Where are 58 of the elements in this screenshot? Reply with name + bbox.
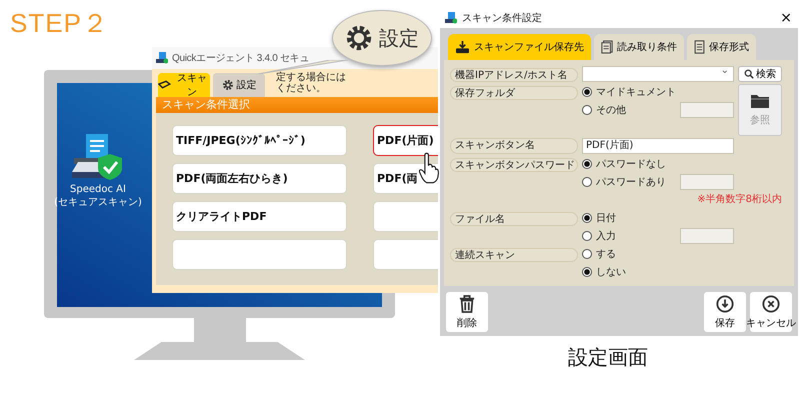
download-tray-icon (455, 40, 470, 54)
radio-button[interactable]: 入力 (582, 228, 676, 244)
input-field[interactable] (680, 102, 734, 118)
cancel-circle-icon (762, 294, 780, 312)
download-circle-icon (716, 294, 734, 312)
tab[interactable]: スキャン (158, 73, 210, 97)
field-label: 保存フォルダ (450, 86, 578, 100)
window-title: スキャン条件設定 (462, 12, 543, 25)
hint-text: 定する場合には (276, 72, 346, 83)
section-header: スキャン条件選択 (156, 97, 438, 113)
delete-button[interactable]: 削除 (446, 292, 488, 332)
close-button[interactable]: × (774, 10, 798, 26)
scan-option-button[interactable]: TIFF/JPEG(ｼﾝｸﾞﾙﾍﾟｰｼﾞ) (172, 125, 347, 156)
input-field[interactable] (680, 174, 734, 190)
field-label: スキャンボタン名 (450, 138, 578, 154)
address-dropdown[interactable]: ⌄ (582, 66, 734, 82)
radio-button[interactable]: マイドキュメント (582, 84, 676, 100)
gear-icon (345, 24, 373, 52)
radio-button[interactable]: 日付 (582, 210, 676, 226)
tab[interactable]: 設定 (213, 73, 265, 97)
desktop-icon-label: (セキュアスキャン) (54, 196, 142, 209)
field-label: 機器IPアドレス/ホスト名 (450, 68, 578, 82)
scan-option-button[interactable]: クリアライトPDF (172, 201, 347, 232)
caption: 設定画面 (568, 344, 648, 371)
callout-label: 設定 (379, 24, 419, 52)
tab[interactable]: 保存形式 (687, 34, 756, 60)
field-label: 連続スキャン (450, 248, 578, 262)
caret-icon: ⌄ (720, 65, 729, 76)
scan-option-button[interactable]: PDF(両面左右ひらき) (172, 163, 347, 194)
input-field[interactable] (680, 228, 734, 244)
desktop-icon-label: Speedoc AI (70, 183, 126, 196)
window-title: Quickエージェント 3.4.0 セキュ (172, 52, 310, 65)
field-label: スキャンボタンパスワード (450, 158, 578, 172)
radio-button[interactable]: パスワードあり (582, 174, 676, 190)
radio-button[interactable]: する (582, 246, 676, 262)
step-heading: STEP２ (10, 7, 109, 40)
note-text: ※半角数字8桁以内 (696, 192, 782, 207)
radio-button[interactable]: その他 (582, 102, 676, 118)
app-icon (445, 12, 457, 24)
input-field[interactable]: PDF(片面) (582, 138, 734, 154)
documents-icon (601, 40, 613, 54)
radio-button[interactable]: パスワードなし (582, 156, 676, 172)
gear-icon (222, 79, 234, 91)
folder-icon (750, 93, 770, 109)
search-icon (744, 69, 754, 79)
scan-option-button[interactable] (172, 239, 347, 270)
field-label: ファイル名 (450, 212, 578, 226)
tab[interactable]: スキャンファイル保存先 (448, 34, 591, 60)
hand-pointer-icon (419, 152, 439, 184)
save-button[interactable]: 保存 (704, 292, 746, 332)
hint-text: ください。 (276, 83, 327, 94)
radio-button[interactable]: しない (582, 264, 676, 280)
trash-icon (459, 294, 475, 312)
list-document-icon (694, 40, 705, 54)
tab[interactable]: 読み取り条件 (594, 34, 684, 60)
search-button[interactable]: 検索 (738, 66, 782, 82)
app-icon (156, 52, 168, 64)
scan-option-button[interactable]: PDF(片面) (373, 125, 438, 156)
